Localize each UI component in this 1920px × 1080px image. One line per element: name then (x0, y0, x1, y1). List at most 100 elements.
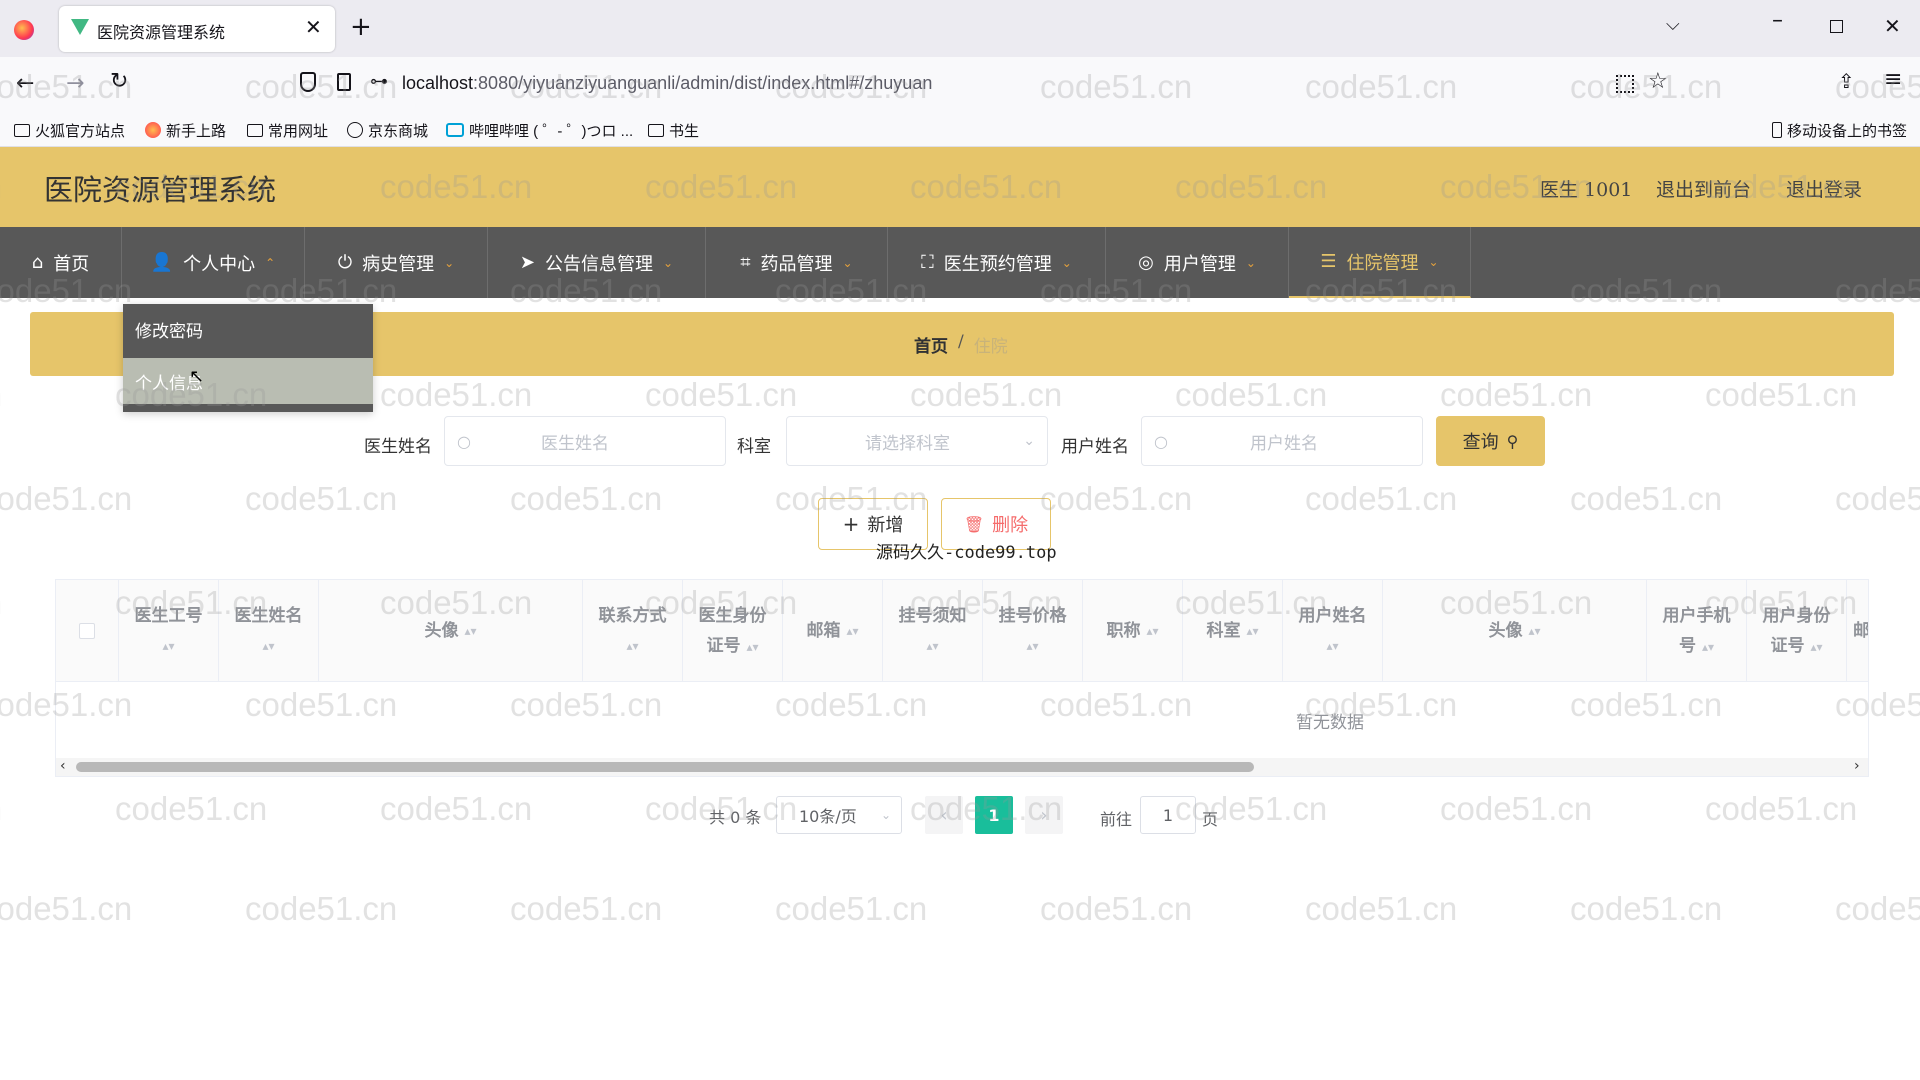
sort-icon[interactable]: ▴▾ (1810, 640, 1822, 654)
th-user-email[interactable]: 邮箱 (1847, 580, 1868, 682)
menu-icon[interactable]: ≡ (1884, 67, 1902, 92)
th-contact[interactable]: 联系方式 ▴▾ (583, 580, 683, 682)
mobile-bookmarks[interactable]: 移动设备上的书签 (1772, 119, 1907, 141)
th-doctor-id-card[interactable]: 医生身份 证号 ▴▾ (683, 580, 783, 682)
chevron-down-icon: ⌄ (1023, 433, 1035, 449)
horizontal-scrollbar[interactable]: ‹ › (56, 758, 1868, 776)
th-user-name[interactable]: 用户姓名 ▴▾ (1283, 580, 1383, 682)
back-to-front-link[interactable]: 退出到前台 (1656, 175, 1751, 202)
th-registration-notes[interactable]: 挂号须知 ▴▾ (883, 580, 983, 682)
chevron-down-icon: ⌄ (1245, 255, 1256, 270)
th-user-avatar[interactable]: 头像 ▴▾ (1383, 580, 1647, 682)
menu-item-personal-info[interactable]: 个人信息 (123, 358, 373, 404)
sort-icon[interactable]: ▴▾ (1146, 616, 1158, 646)
nav-label: 用户管理 (1163, 253, 1236, 275)
sort-icon[interactable]: ▴▾ (626, 631, 638, 661)
globe-icon (347, 122, 363, 138)
select-all-checkbox[interactable] (79, 623, 95, 639)
back-icon[interactable]: ← (16, 71, 34, 96)
user-name-input[interactable]: ○ 用户姓名 (1141, 416, 1423, 466)
sort-icon[interactable]: ▴▾ (1246, 616, 1258, 646)
home-icon: ⌂ (31, 252, 44, 273)
nav-users[interactable]: ◎ 用户管理 ⌄ (1106, 227, 1289, 298)
list-icon: ☰ (1320, 251, 1337, 272)
tab-list-icon[interactable]: ⌵ (1666, 14, 1680, 35)
th-title[interactable]: 职称 ▴▾ (1083, 580, 1183, 682)
nav-personal-center[interactable]: 👤 个人中心 ⌃ (122, 227, 305, 298)
th-doctor-name[interactable]: 医生姓名 ▴▾ (219, 580, 319, 682)
th-doctor-id[interactable]: 医生工号 ▴▾ (119, 580, 219, 682)
sort-icon[interactable]: ▴▾ (1528, 616, 1540, 646)
sort-icon[interactable]: ▴▾ (746, 640, 758, 654)
minimize-icon[interactable]: – (1772, 8, 1783, 33)
nav-drugs[interactable]: ⌗ 药品管理 ⌄ (706, 227, 888, 298)
nav-medical-history[interactable]: ⏻ 病史管理 ⌄ (305, 227, 488, 298)
th-avatar[interactable]: 头像 ▴▾ (319, 580, 583, 682)
next-page-button[interactable]: › (1025, 796, 1063, 834)
bookmark-star-icon[interactable]: ☆ (1648, 69, 1668, 94)
th-registration-price[interactable]: 挂号价格 ▴▾ (983, 580, 1083, 682)
select-all-checkbox-cell (56, 580, 119, 682)
watermark-text: code51.cn (510, 890, 663, 927)
qr-code-icon[interactable] (1616, 75, 1634, 93)
scrollbar-thumb[interactable] (76, 762, 1254, 772)
bookmark-item[interactable]: 常用网址 (247, 119, 328, 141)
th-user-id-card[interactable]: 用户身份 证号 ▴▾ (1747, 580, 1847, 682)
sort-icon[interactable]: ▴▾ (162, 631, 174, 661)
nav-hospitalization[interactable]: ☰ 住院管理 ⌄ (1289, 227, 1471, 298)
sort-icon[interactable]: ▴▾ (1026, 631, 1038, 661)
nav-doctor-appointments[interactable]: ⛶ 医生预约管理 ⌄ (888, 227, 1106, 298)
bookmark-item[interactable]: 书生 (648, 119, 699, 141)
scroll-right-icon[interactable]: › (1854, 758, 1860, 774)
nav-announcements[interactable]: ➤ 公告信息管理 ⌄ (488, 227, 706, 298)
bookmark-item[interactable]: 新手上路 (145, 119, 226, 141)
scroll-left-icon[interactable]: ‹ (60, 758, 66, 774)
search-icon: ⚲ (1506, 431, 1519, 451)
prev-page-button[interactable]: ‹ (925, 796, 963, 834)
menu-item-change-password[interactable]: 修改密码 (123, 304, 373, 354)
page-number-active[interactable]: 1 (975, 796, 1013, 834)
browser-tab[interactable]: 医院资源管理系统 ✕ (59, 6, 335, 52)
query-button[interactable]: 查询 ⚲ (1436, 416, 1545, 466)
url-field[interactable]: localhost:8080/yiyuanziyuanguanli/admin/… (402, 73, 932, 94)
page-size-select[interactable]: 10条/页 ⌄ (776, 796, 902, 834)
watermark-text: code51.cn (0, 376, 2, 414)
permissions-icon[interactable]: ⊶ (370, 71, 388, 92)
forward-icon[interactable]: → (66, 71, 84, 96)
bookmark-item[interactable]: 火狐官方站点 (14, 119, 125, 141)
doctor-name-label: 医生姓名 (364, 437, 432, 457)
sort-icon[interactable]: ▴▾ (926, 631, 938, 661)
sort-icon[interactable]: ▴▾ (846, 616, 858, 646)
new-tab-icon[interactable]: + (350, 12, 372, 42)
nav-home[interactable]: ⌂ 首页 (0, 227, 122, 298)
main-nav: ⌂ 首页 👤 个人中心 ⌃ ⏻ 病史管理 ⌄ ➤ 公告信息管理 ⌄ ⌗ 药品管理… (0, 227, 1920, 298)
nav-label: 医生预约管理 (943, 253, 1052, 275)
dept-placeholder: 请选择科室 (865, 433, 950, 454)
logout-link[interactable]: 退出登录 (1786, 175, 1862, 202)
sort-icon[interactable]: ▴▾ (262, 631, 274, 661)
navigation-toolbar: ← → ↻ ⊶ localhost:8080/yiyuanziyuanguanl… (0, 57, 1920, 113)
close-tab-icon[interactable]: ✕ (305, 15, 322, 39)
window-close-icon[interactable]: ✕ (1884, 14, 1901, 38)
goto-page-input[interactable]: 1 (1140, 796, 1196, 834)
doctor-name-input[interactable]: ○ 医生姓名 (444, 416, 726, 466)
dept-select[interactable]: 请选择科室 ⌄ (786, 416, 1048, 466)
breadcrumb-home[interactable]: 首页 (914, 332, 948, 357)
delete-label: 删除 (992, 515, 1029, 536)
reload-icon[interactable]: ↻ (110, 69, 128, 94)
extensions-icon[interactable]: ⇪ (1838, 69, 1855, 93)
th-department[interactable]: 科室 ▴▾ (1183, 580, 1283, 682)
th-email[interactable]: 邮箱 ▴▾ (783, 580, 883, 682)
content-panel: 医生姓名 ○ 医生姓名 科室 请选择科室 ⌄ 用户姓名 ○ 用户姓名 查询 ⚲ … (30, 390, 1894, 860)
breadcrumb-separator: / (958, 332, 964, 352)
th-user-phone[interactable]: 用户手机号 ▴▾ (1647, 580, 1747, 682)
restore-icon[interactable] (1830, 20, 1843, 33)
shield-icon[interactable] (300, 72, 316, 92)
sort-icon[interactable]: ▴▾ (464, 616, 476, 646)
bookmark-item[interactable]: 哔哩哔哩 ( ゜- ゜)つロ ... (446, 119, 633, 141)
page-number-label: 1 (988, 805, 1000, 825)
page-unit-label: 页 (1202, 810, 1219, 829)
bookmark-item[interactable]: 京东商城 (347, 119, 428, 141)
sort-icon[interactable]: ▴▾ (1702, 640, 1714, 654)
sort-icon[interactable]: ▴▾ (1326, 631, 1338, 661)
